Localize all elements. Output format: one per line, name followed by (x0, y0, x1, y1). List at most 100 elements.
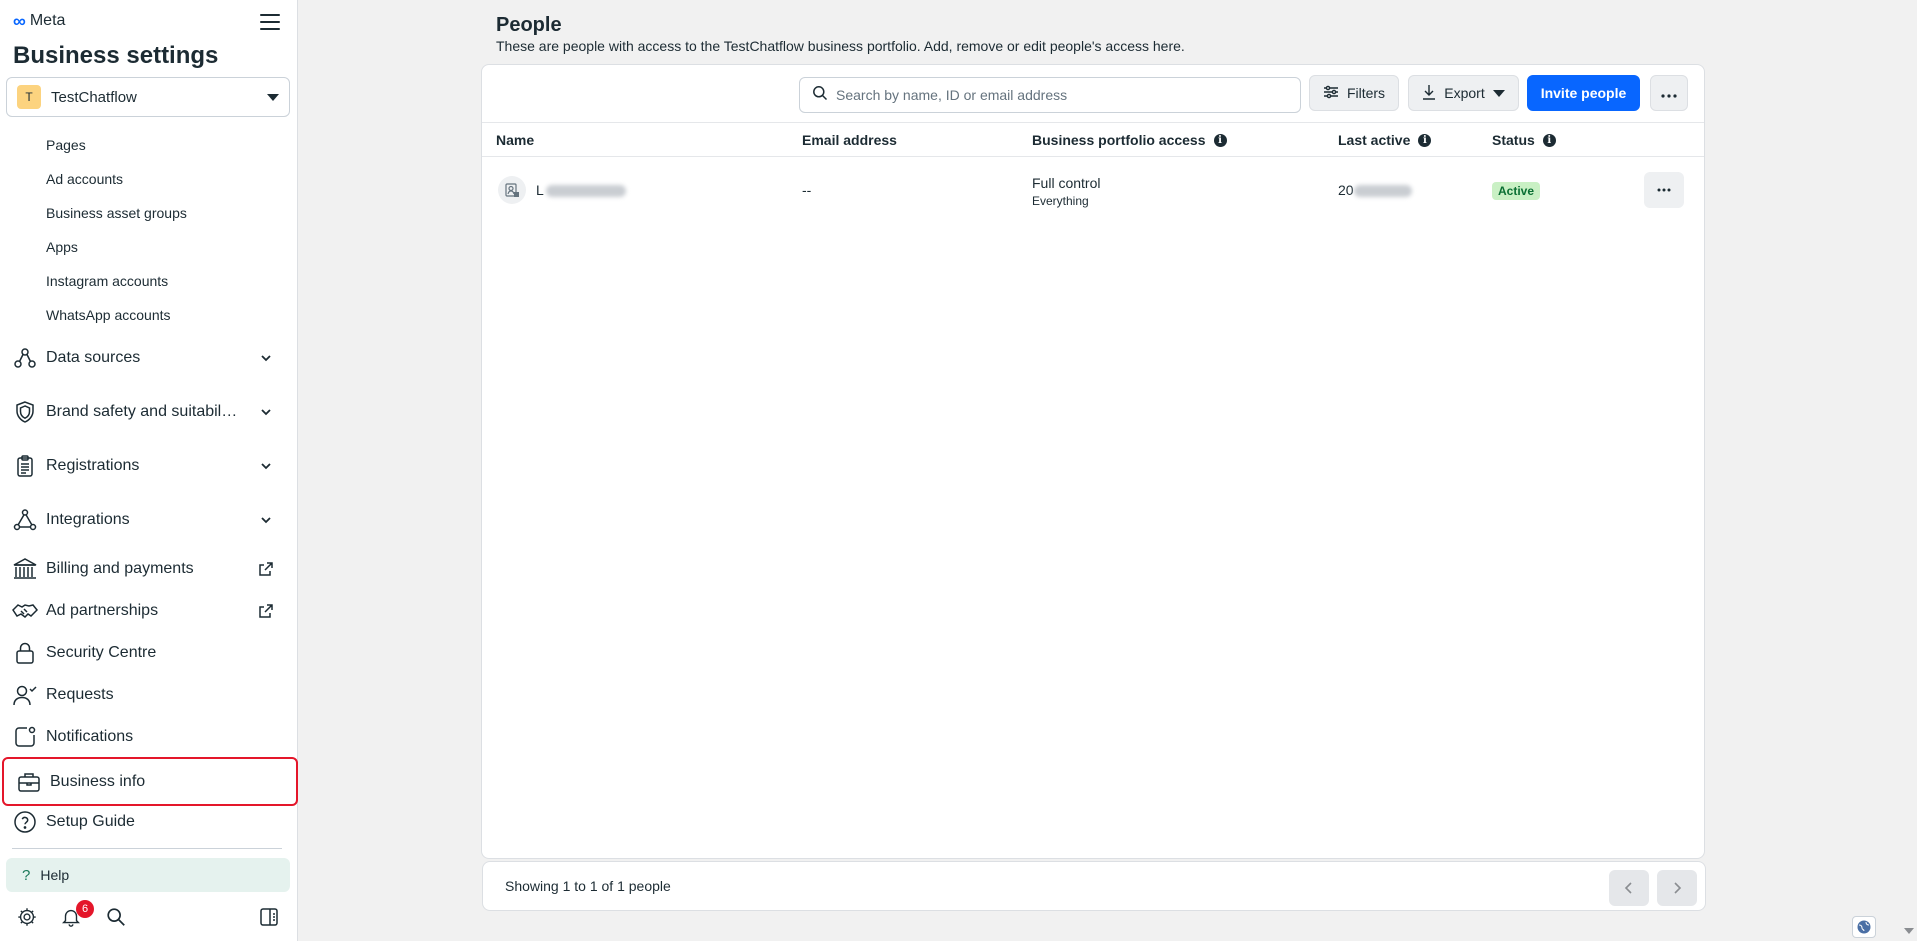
access-detail: Everything (1032, 194, 1089, 208)
sidebar-subitem-ad-accounts[interactable]: Ad accounts (46, 171, 123, 187)
meta-infinity-icon: ∞ (13, 11, 26, 31)
sidebar-item-label: Notifications (46, 728, 134, 745)
sidebar: ∞ Meta Business settings T TestChatflow … (0, 0, 298, 941)
integrations-icon (12, 507, 38, 533)
meta-logo[interactable]: ∞ Meta (13, 12, 65, 30)
meta-logo-text: Meta (29, 12, 66, 29)
sidebar-item-data-sources[interactable]: Data sources (0, 338, 298, 378)
notification-icon (12, 724, 38, 750)
search-icon (812, 85, 828, 106)
column-header-email[interactable]: Email address (802, 132, 897, 148)
briefcase-icon (16, 769, 42, 795)
table-footer: Showing 1 to 1 of 1 people (482, 861, 1706, 911)
gear-icon[interactable] (14, 904, 40, 930)
bank-icon (12, 556, 38, 582)
person-name[interactable]: L (536, 182, 626, 198)
sidebar-item-label: Setup Guide (46, 813, 135, 830)
app-title: Business settings (13, 42, 219, 69)
redacted-name (545, 185, 626, 198)
sidebar-item-billing[interactable]: Billing and payments (0, 549, 298, 589)
external-link-icon (256, 559, 276, 579)
collapse-panel-icon[interactable] (256, 904, 282, 930)
handshake-icon (12, 598, 38, 624)
lock-icon (12, 640, 38, 666)
more-options-button[interactable] (1650, 75, 1688, 111)
last-active: 20 (1338, 182, 1412, 198)
globe-icon[interactable] (1852, 916, 1876, 938)
question-circle-icon (12, 809, 38, 835)
help-icon: ? (22, 866, 31, 884)
sidebar-item-business-info[interactable]: Business info (2, 757, 298, 806)
info-icon[interactable]: i (1418, 133, 1432, 147)
sidebar-item-ad-partnerships[interactable]: Ad partnerships (0, 591, 298, 631)
caret-down-icon (1492, 89, 1505, 97)
table-header: Name Email address Business portfolio ac… (482, 122, 1704, 157)
chevron-down-icon (256, 402, 276, 422)
sidebar-item-label: Brand safety and suitabil… (46, 403, 238, 420)
scroll-down-arrow[interactable] (1904, 928, 1914, 934)
chevron-down-icon (256, 456, 276, 476)
sidebar-item-label: Requests (46, 686, 114, 703)
sidebar-subitem-instagram-accounts[interactable]: Instagram accounts (46, 273, 168, 289)
sidebar-subitem-apps[interactable]: Apps (46, 239, 78, 255)
info-icon[interactable]: i (1542, 133, 1556, 147)
sidebar-item-brand-safety[interactable]: Brand safety and suitabil… (0, 392, 298, 432)
caret-down-icon (267, 93, 279, 101)
chevron-down-icon (256, 510, 276, 530)
search-icon[interactable] (103, 904, 129, 930)
sidebar-divider (12, 848, 282, 849)
sidebar-subitem-business-asset-groups[interactable]: Business asset groups (46, 205, 187, 221)
sidebar-item-requests[interactable]: Requests (0, 675, 298, 715)
sidebar-item-label: Business info (50, 772, 146, 790)
more-dots-icon (1661, 85, 1677, 101)
sidebar-item-label: Integrations (46, 511, 130, 528)
chevron-right-icon (1674, 882, 1682, 894)
export-button[interactable]: Export (1408, 75, 1519, 111)
sidebar-subitem-whatsapp-accounts[interactable]: WhatsApp accounts (46, 307, 171, 323)
user-avatar-icon (498, 176, 526, 204)
sidebar-item-label: Security Centre (46, 644, 157, 661)
sidebar-subitem-pages[interactable]: Pages (46, 137, 86, 153)
pagination-summary: Showing 1 to 1 of 1 people (505, 878, 671, 894)
sidebar-item-label: Ad partnerships (46, 602, 159, 619)
redacted-date (1353, 185, 1412, 198)
help-label: Help (40, 867, 70, 883)
sidebar-item-setup-guide[interactable]: Setup Guide (0, 802, 298, 842)
access-level: Full control (1032, 175, 1101, 191)
chevron-left-icon (1624, 882, 1632, 894)
chevron-down-icon (256, 348, 276, 368)
sidebar-item-notifications[interactable]: Notifications (0, 717, 298, 757)
sidebar-item-security-centre[interactable]: Security Centre (0, 633, 298, 673)
sidebar-item-integrations[interactable]: Integrations (0, 500, 298, 540)
download-icon (1422, 84, 1436, 103)
column-header-status[interactable]: Status i (1492, 132, 1556, 148)
filter-sliders-icon (1323, 85, 1339, 102)
table-row[interactable]: L -- Full control Everything 20 Active (482, 158, 1704, 224)
column-header-portfolio-access[interactable]: Business portfolio access i (1032, 132, 1227, 148)
portfolio-name: TestChatflow (51, 88, 137, 106)
search-input[interactable] (836, 87, 1276, 103)
filters-button[interactable]: Filters (1309, 75, 1399, 111)
sidebar-item-label: Data sources (46, 349, 141, 366)
help-button[interactable]: ? Help (6, 858, 290, 892)
row-more-button[interactable] (1644, 172, 1684, 208)
column-header-name[interactable]: Name (496, 132, 534, 148)
next-page-button[interactable] (1657, 870, 1697, 906)
page-title: People (496, 14, 562, 36)
sidebar-item-registrations[interactable]: Registrations (0, 446, 298, 486)
data-sources-icon (12, 345, 38, 371)
menu-icon[interactable] (260, 14, 280, 32)
portfolio-avatar: T (17, 85, 41, 109)
search-field[interactable] (799, 77, 1301, 113)
shield-icon (12, 399, 38, 425)
sidebar-bottom-toolbar (0, 900, 298, 934)
status-badge: Active (1492, 182, 1541, 200)
previous-page-button[interactable] (1609, 870, 1649, 906)
info-icon[interactable]: i (1213, 133, 1227, 147)
external-link-icon (256, 601, 276, 621)
invite-people-button[interactable]: Invite people (1527, 75, 1640, 111)
sidebar-item-label: Registrations (46, 457, 140, 474)
portfolio-selector[interactable]: T TestChatflow (6, 77, 290, 117)
export-label: Export (1444, 85, 1485, 101)
column-header-last-active[interactable]: Last active i (1338, 132, 1432, 148)
